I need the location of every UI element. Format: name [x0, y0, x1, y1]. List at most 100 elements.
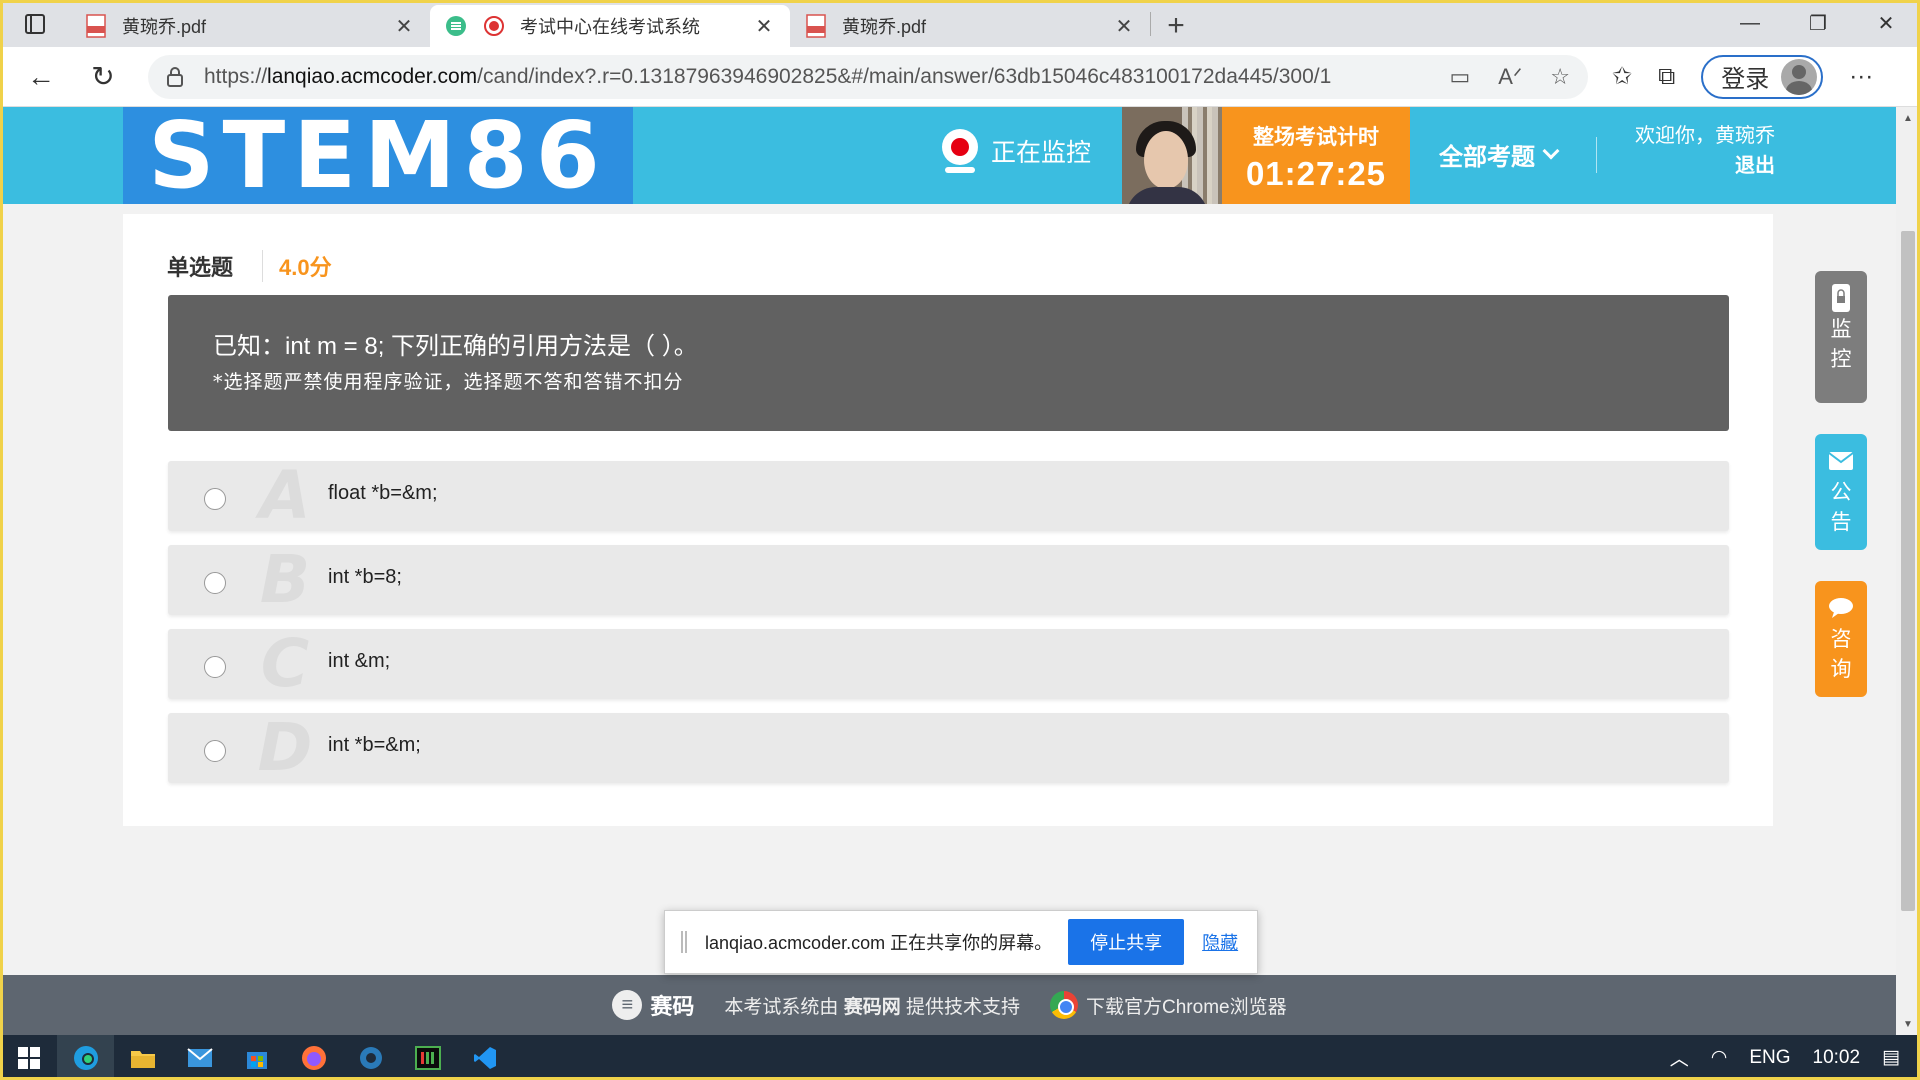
announce-char-2: 告 [1830, 511, 1852, 534]
login-label: 登录 [1721, 66, 1770, 93]
more-menu-icon[interactable]: ··· [1849, 63, 1873, 91]
browser-tab-exam[interactable]: 考试中心在线考试系统 ✕ [430, 5, 790, 47]
brand-name: 赛码 [650, 994, 695, 1019]
reload-icon: ↻ [91, 61, 115, 92]
all-questions-dropdown[interactable]: 全部考题 [1439, 137, 1560, 172]
close-tab-icon[interactable]: ✕ [752, 14, 776, 39]
tab-title: 黄琬乔.pdf [122, 17, 207, 37]
stop-sharing-button[interactable]: 停止共享 [1068, 919, 1185, 965]
tab-actions-icon [25, 13, 45, 34]
taskbar-app-blue[interactable] [342, 1035, 399, 1080]
address-bar-row: ← ↻ https://lanqiao.acmcoder.com/cand/in… [0, 47, 1920, 107]
consult-widget[interactable]: 咨 询 [1815, 581, 1867, 697]
input-language[interactable]: ENG [1749, 1047, 1790, 1069]
taskbar-vscode[interactable] [456, 1035, 513, 1080]
page-scrollbar[interactable]: ▲ ▼ [1896, 107, 1920, 1035]
monitoring-status: 正在监控 [939, 129, 1091, 173]
radio-button[interactable] [204, 572, 226, 594]
logout-link[interactable]: 退出 [1623, 151, 1775, 181]
taskbar-store[interactable] [228, 1035, 285, 1080]
tab-title: 黄琬乔.pdf [842, 17, 927, 37]
header-divider [1596, 137, 1597, 173]
edge-icon [73, 1045, 98, 1070]
firefox-icon [301, 1045, 326, 1070]
monitor-widget[interactable]: 监 控 [1815, 271, 1867, 403]
option-letter: C [260, 625, 310, 702]
back-arrow-icon: ← [27, 60, 55, 92]
url-text: https://lanqiao.acmcoder.com/cand/index?… [204, 64, 1332, 88]
wifi-icon[interactable]: ◠ [1711, 1046, 1728, 1069]
folder-icon [130, 1050, 155, 1068]
profile-login-button[interactable]: 登录 [1701, 54, 1824, 99]
exam-timer: 整场考试计时 01:27:25 [1222, 107, 1410, 204]
taskbar-edge[interactable] [57, 1035, 114, 1080]
add-favorite-icon[interactable]: ☆ [1550, 64, 1570, 90]
terminal-icon [414, 1045, 441, 1070]
radio-button[interactable] [204, 488, 226, 510]
question-stem: 已知：int m = 8; 下列正确的引用方法是（ ）。 *选择题严禁使用程序验… [168, 295, 1729, 431]
scroll-down-icon[interactable]: ▼ [1896, 1013, 1920, 1035]
question-type: 单选题 [167, 255, 234, 280]
chevron-down-icon [1542, 142, 1560, 159]
screen-share-bar: lanqiao.acmcoder.com 正在共享你的屏幕。 停止共享 隐藏 [664, 910, 1258, 974]
tray-chevron-up-icon[interactable]: ︿ [1670, 1044, 1689, 1071]
page-footer: ≡ 赛码 本考试系统由 赛码网 提供技术支持 下载官方Chrome浏览器 [3, 975, 1896, 1035]
scroll-up-icon[interactable]: ▲ [1896, 107, 1920, 129]
new-tab-button[interactable]: + [1151, 5, 1201, 47]
option-a[interactable]: A float *b=&m; [168, 461, 1729, 531]
question-note: *选择题严禁使用程序验证，选择题不答和答错不扣分 [213, 371, 684, 393]
pdf-icon [84, 14, 108, 38]
mail-icon [186, 1047, 213, 1067]
notification-icon[interactable]: ▤ [1882, 1046, 1900, 1069]
start-button[interactable] [0, 1035, 57, 1080]
browser-tab-pdf-2[interactable]: 黄琬乔.pdf ✕ [790, 5, 1150, 47]
lock-icon [167, 66, 183, 87]
drag-handle-icon[interactable] [681, 931, 687, 953]
timer-value: 01:27:25 [1245, 155, 1387, 192]
collections-icon[interactable]: ⧉ [1658, 63, 1675, 91]
close-tab-icon[interactable]: ✕ [392, 14, 416, 39]
pdf-icon [804, 14, 828, 38]
question-card: 单选题 4.0分 已知：int m = 8; 下列正确的引用方法是（ ）。 *选… [123, 214, 1773, 826]
download-chrome-link[interactable]: 下载官方Chrome浏览器 [1050, 991, 1287, 1019]
download-label: 下载官方Chrome浏览器 [1086, 996, 1287, 1018]
url-field[interactable]: https://lanqiao.acmcoder.com/cand/index?… [148, 54, 1588, 99]
option-b[interactable]: B int *b=8; [168, 545, 1729, 615]
close-tab-icon[interactable]: ✕ [1112, 14, 1136, 39]
minimize-button[interactable]: — [1716, 0, 1784, 47]
announcement-widget[interactable]: 公 告 [1815, 434, 1867, 550]
close-window-button[interactable]: ✕ [1852, 0, 1920, 47]
taskbar-firefox[interactable] [285, 1035, 342, 1080]
windows-taskbar: ︿ ◠ ENG 10:02 ▤ [0, 1035, 1920, 1080]
scroll-thumb[interactable] [1901, 231, 1915, 911]
webcam-icon [939, 129, 981, 173]
app-icon [359, 1046, 382, 1069]
system-tray: ︿ ◠ ENG 10:02 ▤ [1670, 1035, 1920, 1080]
option-letter: D [257, 709, 313, 786]
taskbar-terminal[interactable] [399, 1035, 456, 1080]
restore-button[interactable]: ❐ [1784, 0, 1852, 47]
tab-actions-button[interactable] [0, 0, 70, 47]
browser-tab-pdf-1[interactable]: 黄琬乔.pdf ✕ [70, 5, 430, 47]
option-c[interactable]: C int &m; [168, 629, 1729, 699]
exam-header: STEM86 正在监控 整场考试计时 01:27:25 全部考题 欢迎你，黄琬乔… [3, 102, 1896, 209]
back-button[interactable]: ← [10, 47, 72, 107]
taskbar-file-explorer[interactable] [114, 1035, 171, 1080]
camera-icon[interactable]: ▭ [1449, 64, 1470, 90]
reload-button[interactable]: ↻ [72, 47, 134, 107]
hide-share-bar-link[interactable]: 隐藏 [1202, 929, 1238, 955]
favorites-icon[interactable]: ✩ [1612, 62, 1632, 91]
read-aloud-icon[interactable]: Aᐟ [1498, 64, 1522, 90]
saima-brand: ≡ 赛码 [612, 989, 694, 1021]
clock[interactable]: 10:02 [1813, 1047, 1861, 1069]
browser-toolbar: ✩ ⧉ 登录 ··· [1612, 54, 1873, 99]
radio-button[interactable] [204, 656, 226, 678]
all-questions-label: 全部考题 [1439, 144, 1535, 171]
option-d[interactable]: D int *b=&m; [168, 713, 1729, 783]
windows-logo-icon [17, 1046, 40, 1069]
vscode-icon [473, 1046, 496, 1069]
radio-button[interactable] [204, 740, 226, 762]
monitoring-label: 正在监控 [991, 139, 1092, 167]
taskbar-mail[interactable] [171, 1035, 228, 1080]
phone-lock-icon [1828, 284, 1854, 312]
